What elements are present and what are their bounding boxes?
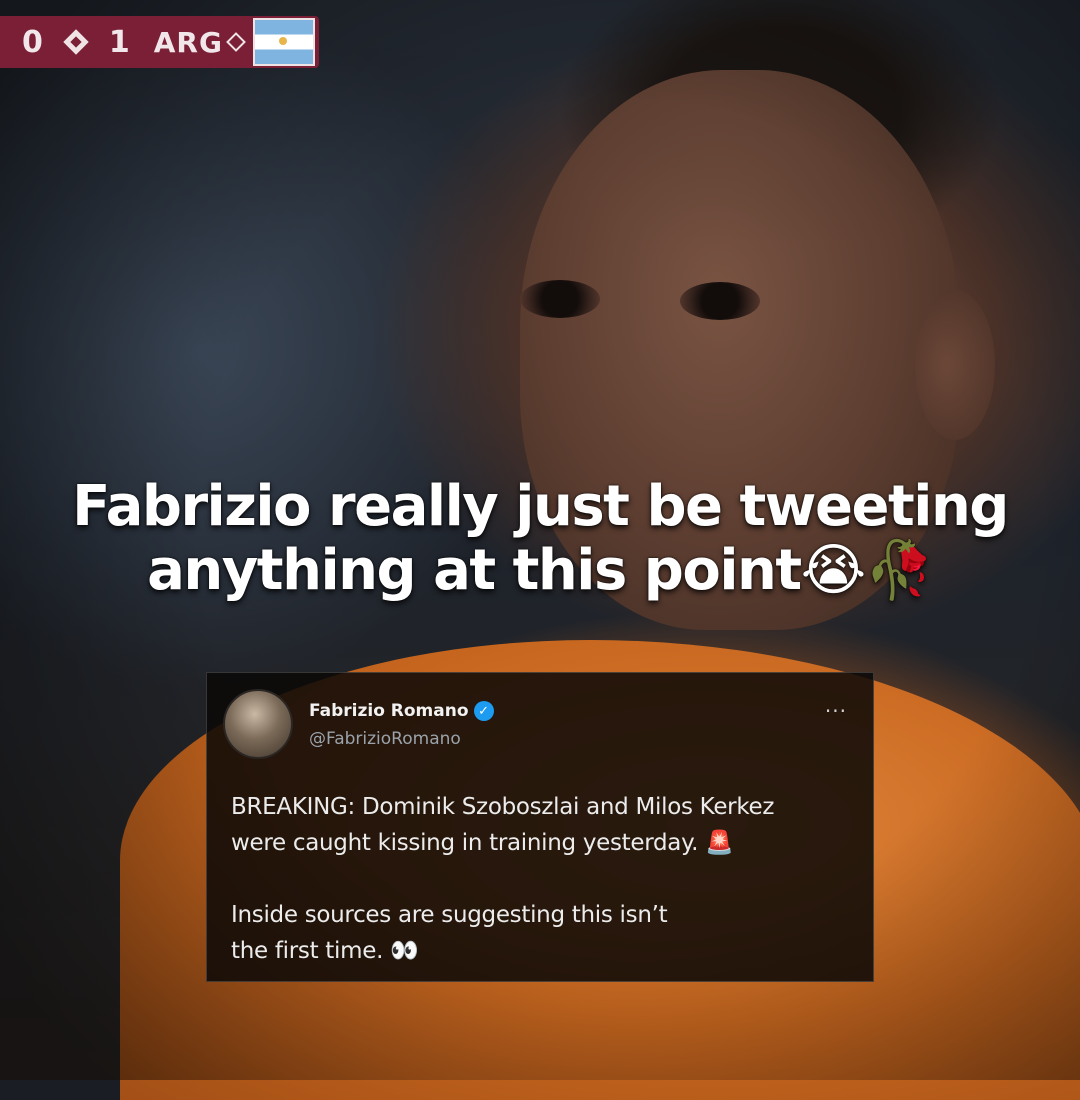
away-score: 1 bbox=[108, 24, 130, 60]
tweet-card[interactable]: Fabrizio Romano ✓ @FabrizioRomano ··· BR… bbox=[206, 672, 874, 982]
tweet-text: BREAKING: Dominik Szoboszlai and Milos K… bbox=[231, 789, 851, 969]
diamond-icon bbox=[226, 32, 246, 52]
away-team-code: ARG bbox=[153, 25, 223, 59]
tweet-paragraph-1: BREAKING: Dominik Szoboszlai and Milos K… bbox=[231, 789, 851, 861]
tweet-line: Inside sources are suggesting this isn’t bbox=[231, 902, 668, 928]
argentina-flag-icon bbox=[252, 18, 315, 66]
caption-line-1: Fabrizio really just be tweeting bbox=[72, 474, 1009, 539]
more-options-icon[interactable]: ··· bbox=[825, 699, 847, 723]
tournament-emblem-icon bbox=[61, 27, 91, 57]
tweet-line: BREAKING: Dominik Szoboszlai and Milos K… bbox=[231, 794, 775, 820]
tweet-line: the first time. 👀 bbox=[231, 938, 419, 964]
author-name-text: Fabrizio Romano bbox=[309, 701, 469, 721]
home-score: 0 bbox=[22, 24, 43, 60]
author-name[interactable]: Fabrizio Romano ✓ bbox=[309, 701, 494, 721]
scoreboard: 0 1 ARG bbox=[0, 16, 319, 68]
caption-line-2: anything at this point😭🥀 bbox=[147, 538, 934, 603]
meme-caption: Fabrizio really just be tweeting anythin… bbox=[60, 475, 1020, 603]
verified-badge-icon: ✓ bbox=[473, 701, 494, 721]
tweet-line: were caught kissing in training yesterda… bbox=[231, 830, 734, 856]
avatar[interactable] bbox=[223, 689, 293, 759]
tweet-paragraph-2: Inside sources are suggesting this isn’t… bbox=[231, 897, 851, 969]
author-handle[interactable]: @FabrizioRomano bbox=[309, 729, 461, 749]
